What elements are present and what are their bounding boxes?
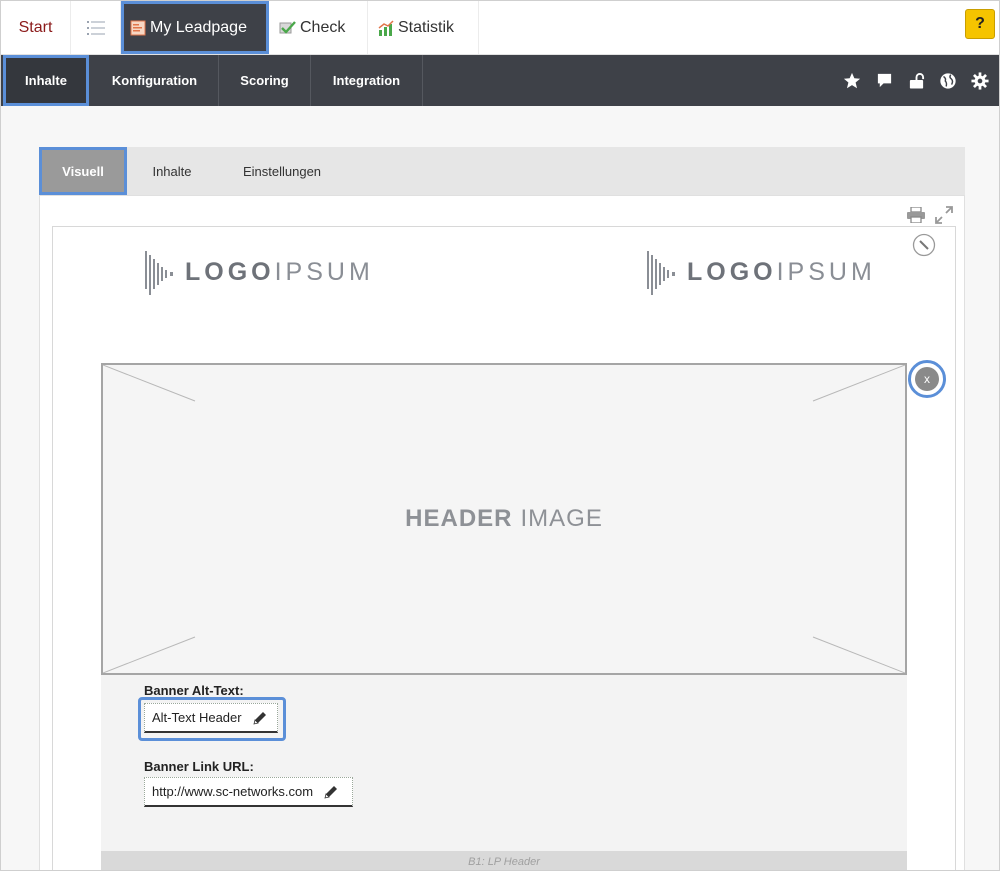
logo-text-bold: LOGO xyxy=(687,257,777,286)
check-icon xyxy=(279,21,296,34)
star-icon[interactable] xyxy=(841,70,863,92)
comment-icon[interactable] xyxy=(873,70,895,92)
tab-inhalte-label: Inhalte xyxy=(152,163,192,179)
tab-statistik-label: Statistik xyxy=(398,18,455,36)
tab-check[interactable]: Check xyxy=(269,1,368,54)
subtab-scoring[interactable]: Scoring xyxy=(219,55,311,106)
top-nav: Start My Leadpage Check Statistik ? xyxy=(1,1,999,55)
subtab-integration-label: Integration xyxy=(332,73,401,88)
pencil-icon[interactable] xyxy=(252,710,268,726)
tab-my-leadpage-label: My Leadpage xyxy=(150,18,247,36)
tab-visuell[interactable]: Visuell xyxy=(39,147,127,195)
panel-tabbar: Visuell Inhalte Einstellungen xyxy=(39,147,965,195)
gear-icon[interactable] xyxy=(969,70,991,92)
unlock-icon[interactable] xyxy=(905,70,927,92)
tab-statistik[interactable]: Statistik xyxy=(368,1,479,54)
banner-alt-field[interactable]: Alt-Text Header xyxy=(144,703,278,733)
subtab-inhalte-label: Inhalte xyxy=(25,73,67,88)
globe-icon[interactable] xyxy=(937,70,959,92)
pencil-icon[interactable] xyxy=(323,784,339,800)
block-name-bar: B1: LP Header xyxy=(101,851,907,870)
logo-mark-icon xyxy=(145,251,173,295)
help-button[interactable]: ? xyxy=(965,9,995,39)
remove-block-button[interactable]: x xyxy=(908,360,946,398)
subtab-scoring-label: Scoring xyxy=(240,73,289,88)
banner-url-value: http://www.sc-networks.com xyxy=(152,784,314,799)
subtab-integration[interactable]: Integration xyxy=(311,55,423,106)
leadpage-canvas: LOGOIPSUM LOGOIPSUM HEADER IMAGE x Banne… xyxy=(52,226,956,870)
close-label: x xyxy=(924,372,930,386)
list-icon xyxy=(86,20,105,35)
tab-my-leadpage[interactable]: My Leadpage xyxy=(121,1,269,54)
subtab-inhalte[interactable]: Inhalte xyxy=(3,55,89,106)
tab-visuell-label: Visuell xyxy=(62,163,104,179)
logo-text-bold: LOGO xyxy=(185,257,275,286)
header-image-label: HEADER IMAGE xyxy=(103,365,905,673)
tab-einstellungen[interactable]: Einstellungen xyxy=(229,147,335,195)
logo-mark-icon xyxy=(647,251,675,295)
logo-left: LOGOIPSUM xyxy=(145,245,374,299)
banner-alt-value: Alt-Text Header xyxy=(152,710,242,725)
visual-editor-panel: LOGOIPSUM LOGOIPSUM HEADER IMAGE x Banne… xyxy=(39,195,965,870)
expand-icon[interactable] xyxy=(935,206,953,224)
tab-inhalte[interactable]: Inhalte xyxy=(139,147,205,195)
banner-url-field[interactable]: http://www.sc-networks.com xyxy=(144,777,353,807)
close-icon: x xyxy=(915,367,939,391)
banner-settings: Banner Alt-Text: Alt-Text Header Banner … xyxy=(101,675,907,855)
subtab-konfiguration[interactable]: Konfiguration xyxy=(91,55,219,106)
app-window: Start My Leadpage Check Statistik ? Inha… xyxy=(0,0,1000,871)
edit-settings-icon[interactable] xyxy=(912,233,936,257)
header-image-placeholder[interactable]: HEADER IMAGE xyxy=(101,363,907,675)
logo-text: LOGOIPSUM xyxy=(687,258,876,287)
banner-alt-label: Banner Alt-Text: xyxy=(144,683,244,698)
header-label-bold: HEADER xyxy=(405,505,513,532)
sub-nav: Inhalte Konfiguration Scoring Integratio… xyxy=(1,55,999,106)
header-label-light: IMAGE xyxy=(520,505,603,532)
subnav-icon-toolbar xyxy=(841,55,991,106)
logo-text: LOGOIPSUM xyxy=(185,258,374,287)
block-name-label: B1: LP Header xyxy=(468,856,540,868)
logo-text-light: IPSUM xyxy=(274,257,374,286)
tab-einstellungen-label: Einstellungen xyxy=(242,163,322,179)
tab-start-label: Start xyxy=(18,18,53,36)
logo-right: LOGOIPSUM xyxy=(647,245,876,299)
list-menu-button[interactable] xyxy=(71,1,121,54)
logo-text-light: IPSUM xyxy=(776,257,876,286)
subtab-konfiguration-label: Konfiguration xyxy=(111,73,198,88)
leadpage-icon xyxy=(130,20,146,35)
tab-start[interactable]: Start xyxy=(1,1,71,54)
statistics-icon xyxy=(378,19,394,36)
help-label: ? xyxy=(975,15,985,32)
print-icon[interactable] xyxy=(906,207,926,223)
banner-url-label: Banner Link URL: xyxy=(144,759,254,774)
tab-check-label: Check xyxy=(300,18,346,36)
